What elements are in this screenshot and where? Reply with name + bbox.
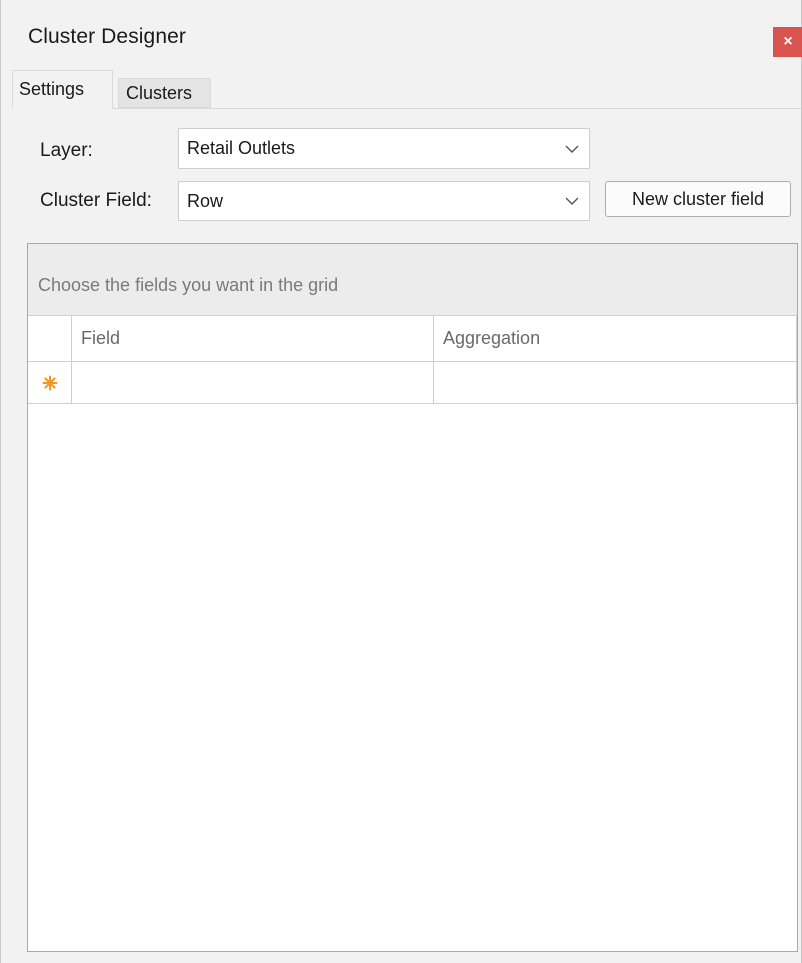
close-button[interactable]: × (773, 27, 802, 57)
cluster-designer-window: Cluster Designer × Settings Clusters Lay… (0, 0, 802, 963)
column-header-aggregation-label: Aggregation (443, 328, 541, 348)
column-header-field-label: Field (81, 328, 121, 348)
window-title: Cluster Designer (28, 25, 186, 48)
tab-settings[interactable]: Settings (12, 70, 113, 109)
tab-settings-label: Settings (19, 79, 85, 99)
title-bar: Cluster Designer × (1, 0, 802, 70)
tab-clusters[interactable]: Clusters (118, 78, 211, 108)
close-icon: × (783, 33, 793, 50)
new-row-star-icon (42, 375, 58, 391)
new-cluster-field-button[interactable]: New cluster field (605, 181, 791, 217)
tab-strip: Settings Clusters (12, 70, 801, 109)
new-item-row[interactable] (28, 362, 797, 404)
tab-clusters-label: Clusters (126, 82, 193, 103)
chevron-down-icon (565, 197, 579, 205)
new-row-field-cell[interactable] (72, 362, 434, 403)
column-header-field[interactable]: Field (72, 316, 434, 361)
fields-grid[interactable]: Choose the fields you want in the grid F… (27, 243, 798, 952)
grid-header-row: Field Aggregation (28, 316, 797, 362)
new-cluster-field-button-label: New cluster field (631, 188, 765, 209)
layer-select[interactable]: Retail Outlets (178, 128, 590, 169)
column-header-aggregation[interactable]: Aggregation (434, 316, 797, 361)
layer-select-value: Retail Outlets (187, 138, 296, 158)
new-row-indicator (28, 362, 72, 403)
cluster-field-select-value: Row (187, 190, 224, 211)
group-by-panel[interactable]: Choose the fields you want in the grid (28, 244, 797, 316)
row-indicator-header (28, 316, 72, 361)
new-row-aggregation-cell[interactable] (434, 362, 797, 403)
layer-label: Layer: (40, 140, 93, 161)
group-by-hint: Choose the fields you want in the grid (38, 275, 339, 295)
cluster-field-select[interactable]: Row (178, 181, 590, 221)
cluster-field-label: Cluster Field: (40, 190, 152, 211)
chevron-down-icon (565, 145, 579, 153)
